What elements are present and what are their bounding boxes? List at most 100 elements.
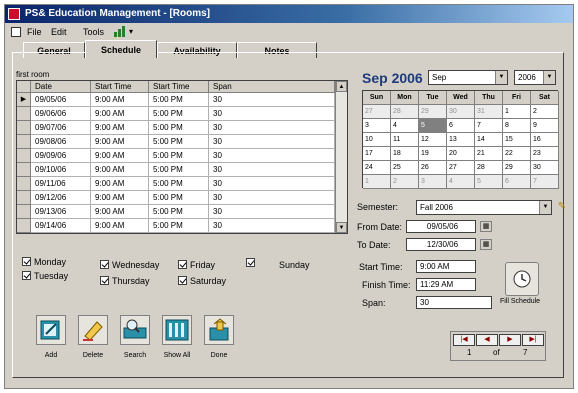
- wednesday-checkbox[interactable]: Wednesday: [100, 260, 159, 270]
- row-end-time-cell[interactable]: 5:00 PM: [149, 177, 209, 191]
- tuesday-checkbox[interactable]: Tuesday: [22, 271, 68, 281]
- search-button[interactable]: [120, 315, 150, 345]
- calendar-day[interactable]: 15: [503, 133, 531, 147]
- row-selector[interactable]: [17, 135, 31, 149]
- row-span-cell[interactable]: 30: [209, 121, 335, 135]
- calendar-day[interactable]: 30: [531, 161, 559, 175]
- row-end-time-cell[interactable]: 5:00 PM: [149, 191, 209, 205]
- chevron-down-icon[interactable]: ▼: [539, 201, 551, 214]
- calendar-grid[interactable]: Sun Mon Tue Wed Thu Fri Sat 27 28 29 30 31 1 2 3 4 5 6 7 8 9…: [362, 90, 559, 189]
- calendar-day[interactable]: 26: [419, 161, 447, 175]
- row-end-time-cell[interactable]: 5:00 PM: [149, 205, 209, 219]
- calendar-day[interactable]: 16: [531, 133, 559, 147]
- calendar-day[interactable]: 3: [419, 175, 447, 189]
- calendar-day[interactable]: 29: [503, 161, 531, 175]
- row-start-time-cell[interactable]: 9:00 AM: [91, 107, 149, 121]
- calendar-day[interactable]: 20: [447, 147, 475, 161]
- calendar-day[interactable]: 24: [363, 161, 391, 175]
- row-selector[interactable]: [17, 107, 31, 121]
- col-date[interactable]: Date: [31, 81, 91, 93]
- edit-icon[interactable]: ✎: [556, 200, 568, 214]
- calendar-day[interactable]: 10: [363, 133, 391, 147]
- row-span-cell[interactable]: 30: [209, 93, 335, 107]
- row-end-time-cell[interactable]: 5:00 PM: [149, 135, 209, 149]
- calendar-day[interactable]: 4: [447, 175, 475, 189]
- calendar-day[interactable]: 1: [363, 175, 391, 189]
- row-start-time-cell[interactable]: 9:00 AM: [91, 163, 149, 177]
- row-date-cell[interactable]: 09/07/06: [31, 121, 91, 135]
- row-span-cell[interactable]: 30: [209, 135, 335, 149]
- tab-schedule[interactable]: Schedule: [85, 40, 157, 58]
- schedule-grid[interactable]: Date Start Time Start Time Span ▲ ▼ ▶ 09/…: [16, 80, 348, 234]
- row-selector[interactable]: [17, 163, 31, 177]
- calendar-day[interactable]: 28: [391, 105, 419, 119]
- row-start-time-cell[interactable]: 9:00 AM: [91, 205, 149, 219]
- row-start-time-cell[interactable]: 9:00 AM: [91, 149, 149, 163]
- menu-edit[interactable]: Edit: [51, 24, 67, 40]
- calendar-day[interactable]: 4: [391, 119, 419, 133]
- calendar-day[interactable]: 30: [447, 105, 475, 119]
- row-end-time-cell[interactable]: 5:00 PM: [149, 107, 209, 121]
- row-span-cell[interactable]: 30: [209, 191, 335, 205]
- monday-checkbox[interactable]: Monday: [22, 257, 66, 267]
- chevron-down-icon[interactable]: ▼: [495, 71, 507, 84]
- calendar-day[interactable]: 9: [531, 119, 559, 133]
- row-date-cell[interactable]: 09/05/06: [31, 93, 91, 107]
- calendar-day[interactable]: 22: [503, 147, 531, 161]
- row-selector[interactable]: [17, 177, 31, 191]
- grid-scrollbar[interactable]: ▲ ▼: [335, 81, 347, 233]
- to-date-field[interactable]: 12/30/06: [406, 238, 476, 251]
- row-span-cell[interactable]: 30: [209, 205, 335, 219]
- row-selector[interactable]: [17, 121, 31, 135]
- row-date-cell[interactable]: 09/06/06: [31, 107, 91, 121]
- calendar-day[interactable]: 6: [503, 175, 531, 189]
- row-span-cell[interactable]: 30: [209, 219, 335, 233]
- row-date-cell[interactable]: 09/09/06: [31, 149, 91, 163]
- col-span[interactable]: Span: [209, 81, 335, 93]
- calendar-day[interactable]: 27: [363, 105, 391, 119]
- calendar-day[interactable]: 6: [447, 119, 475, 133]
- row-end-time-cell[interactable]: 5:00 PM: [149, 163, 209, 177]
- friday-checkbox[interactable]: Friday: [178, 260, 215, 270]
- calendar-day[interactable]: 19: [419, 147, 447, 161]
- col-end-time[interactable]: Start Time: [149, 81, 209, 93]
- finish-time-field[interactable]: 11:29 AM: [416, 278, 476, 291]
- row-start-time-cell[interactable]: 9:00 AM: [91, 191, 149, 205]
- calendar-day[interactable]: 7: [531, 175, 559, 189]
- calendar-day[interactable]: 25: [391, 161, 419, 175]
- calendar-picker-icon[interactable]: ▦: [480, 239, 492, 250]
- show-all-button[interactable]: [162, 315, 192, 345]
- chevron-down-icon[interactable]: ▾: [129, 24, 133, 40]
- saturday-checkbox[interactable]: Saturday: [178, 276, 226, 286]
- row-end-time-cell[interactable]: 5:00 PM: [149, 93, 209, 107]
- row-start-time-cell[interactable]: 9:00 AM: [91, 177, 149, 191]
- calendar-day[interactable]: 3: [363, 119, 391, 133]
- calendar-picker-icon[interactable]: ▦: [480, 221, 492, 232]
- semester-select[interactable]: Fall 2006 ▼: [416, 200, 552, 215]
- calendar-day[interactable]: 23: [531, 147, 559, 161]
- row-start-time-cell[interactable]: 9:00 AM: [91, 121, 149, 135]
- calendar-day[interactable]: 14: [475, 133, 503, 147]
- from-date-field[interactable]: 09/05/06: [406, 220, 476, 233]
- calendar-day[interactable]: 28: [475, 161, 503, 175]
- calendar-day[interactable]: 21: [475, 147, 503, 161]
- calendar-day[interactable]: 1: [503, 105, 531, 119]
- calendar-day[interactable]: 8: [503, 119, 531, 133]
- scroll-down-icon[interactable]: ▼: [336, 222, 347, 233]
- row-end-time-cell[interactable]: 5:00 PM: [149, 149, 209, 163]
- chevron-down-icon[interactable]: ▼: [543, 71, 555, 84]
- window-menu-icon[interactable]: [11, 27, 21, 37]
- thursday-checkbox[interactable]: Thursday: [100, 276, 150, 286]
- calendar-day[interactable]: 7: [475, 119, 503, 133]
- row-span-cell[interactable]: 30: [209, 163, 335, 177]
- last-record-button[interactable]: ▶|: [522, 334, 544, 346]
- scroll-up-icon[interactable]: ▲: [336, 81, 347, 92]
- row-selector[interactable]: [17, 219, 31, 233]
- calendar-day[interactable]: 18: [391, 147, 419, 161]
- graph-icon[interactable]: [113, 25, 127, 38]
- fill-schedule-button[interactable]: [505, 262, 539, 296]
- menu-tools[interactable]: Tools: [83, 24, 104, 40]
- row-start-time-cell[interactable]: 9:00 AM: [91, 135, 149, 149]
- add-button[interactable]: [36, 315, 66, 345]
- calendar-day[interactable]: 17: [363, 147, 391, 161]
